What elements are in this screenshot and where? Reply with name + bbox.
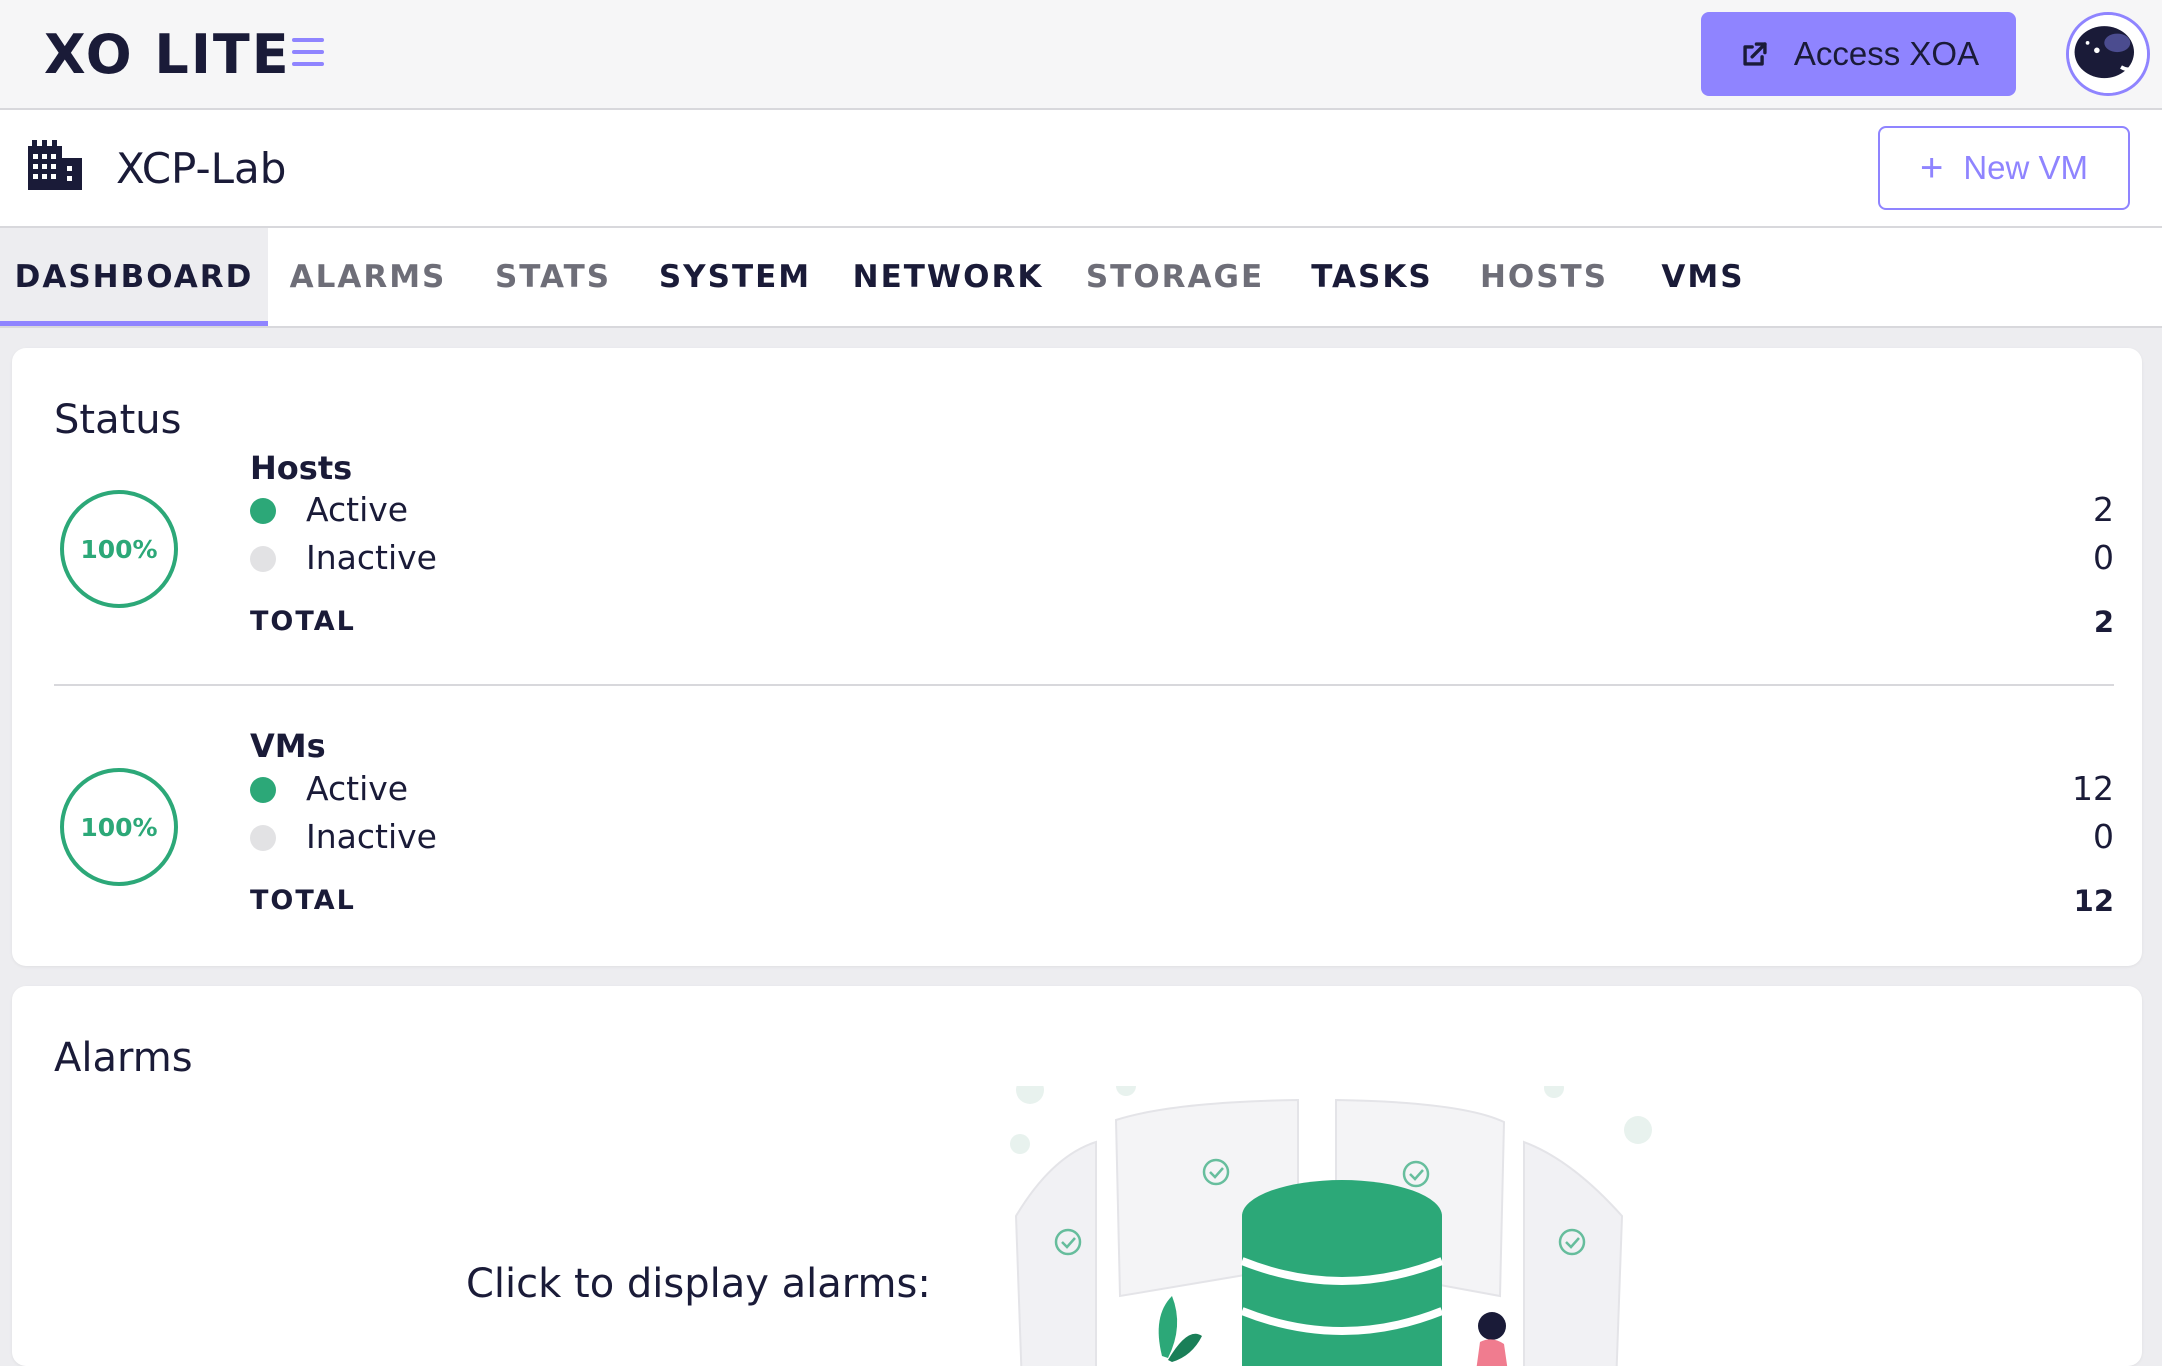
status-card-title: Status — [54, 397, 182, 443]
vms-total-label: TOTAL — [250, 885, 356, 916]
hosts-progress-ring: 100% — [60, 490, 178, 608]
tab-alarms[interactable]: ALARMS — [268, 228, 468, 326]
vms-inactive-label: Inactive — [306, 817, 437, 856]
vms-section-title: VMs — [250, 727, 326, 765]
vms-total-row: TOTAL 12 — [250, 879, 2114, 923]
plus-icon: + — [1919, 146, 1944, 190]
tab-storage[interactable]: STORAGE — [1064, 228, 1286, 326]
hosts-active-row: Active 2 — [250, 488, 2114, 532]
access-xoa-button[interactable]: Access XOA — [1701, 12, 2016, 96]
vms-active-count: 12 — [2072, 769, 2114, 808]
new-vm-label: New VM — [1963, 149, 2089, 186]
vms-percent: 100% — [80, 813, 157, 842]
menu-hamburger-icon[interactable] — [292, 38, 324, 68]
vms-progress-ring: 100% — [60, 768, 178, 886]
access-xoa-label: Access XOA — [1793, 35, 1980, 72]
tab-tasks[interactable]: TASKS — [1286, 228, 1458, 326]
pool-building-icon — [28, 140, 82, 190]
new-vm-button[interactable]: + New VM — [1878, 126, 2130, 210]
hosts-total-count: 2 — [2093, 605, 2114, 639]
xo-lite-logo[interactable]: XO LITE — [44, 24, 291, 86]
pool-tabs: DASHBOARD ALARMS STATS SYSTEM NETWORK ST… — [0, 228, 2162, 328]
avatar-image — [2069, 15, 2147, 93]
display-alarms-link[interactable]: Click to display alarms: — [466, 1258, 931, 1310]
tab-system[interactable]: SYSTEM — [638, 228, 832, 326]
hosts-percent: 100% — [80, 535, 157, 564]
vms-active-row: Active 12 — [250, 767, 2114, 811]
active-status-dot — [250, 777, 276, 803]
tab-dashboard[interactable]: DASHBOARD — [0, 228, 268, 326]
vms-inactive-count: 0 — [2093, 817, 2114, 856]
hosts-total-label: TOTAL — [250, 606, 356, 637]
alarms-card: Alarms Click to display alarms: — [12, 986, 2142, 1366]
hosts-inactive-row: Inactive 0 — [250, 536, 2114, 580]
inactive-status-dot — [250, 546, 276, 572]
status-card: Status 100% Hosts Active 2 Inactive 0 TO… — [12, 348, 2142, 966]
tab-network[interactable]: NETWORK — [832, 228, 1064, 326]
hosts-total-row: TOTAL 2 — [250, 600, 2114, 644]
inactive-status-dot — [250, 825, 276, 851]
alarms-card-title: Alarms — [54, 1035, 193, 1081]
tab-hosts[interactable]: HOSTS — [1458, 228, 1630, 326]
hosts-inactive-label: Inactive — [306, 538, 437, 577]
external-link-icon — [1743, 42, 1767, 66]
pool-name: XCP-Lab — [116, 144, 287, 193]
hosts-active-label: Active — [306, 490, 409, 529]
hosts-inactive-count: 0 — [2093, 538, 2114, 577]
vms-total-count: 12 — [2073, 884, 2114, 918]
vms-inactive-row: Inactive 0 — [250, 815, 2114, 859]
status-divider — [54, 684, 2114, 686]
hosts-active-count: 2 — [2093, 490, 2114, 529]
active-status-dot — [250, 498, 276, 524]
vms-active-label: Active — [306, 769, 409, 808]
tab-vms[interactable]: VMS — [1630, 228, 1776, 326]
user-avatar[interactable] — [2066, 12, 2150, 96]
hosts-section-title: Hosts — [250, 449, 353, 487]
alarms-empty-illustration — [1010, 1086, 1652, 1366]
tab-stats[interactable]: STATS — [468, 228, 638, 326]
pool-header: XCP-Lab + New VM — [0, 110, 2162, 228]
top-bar: XO LITE Access XOA — [0, 0, 2162, 110]
